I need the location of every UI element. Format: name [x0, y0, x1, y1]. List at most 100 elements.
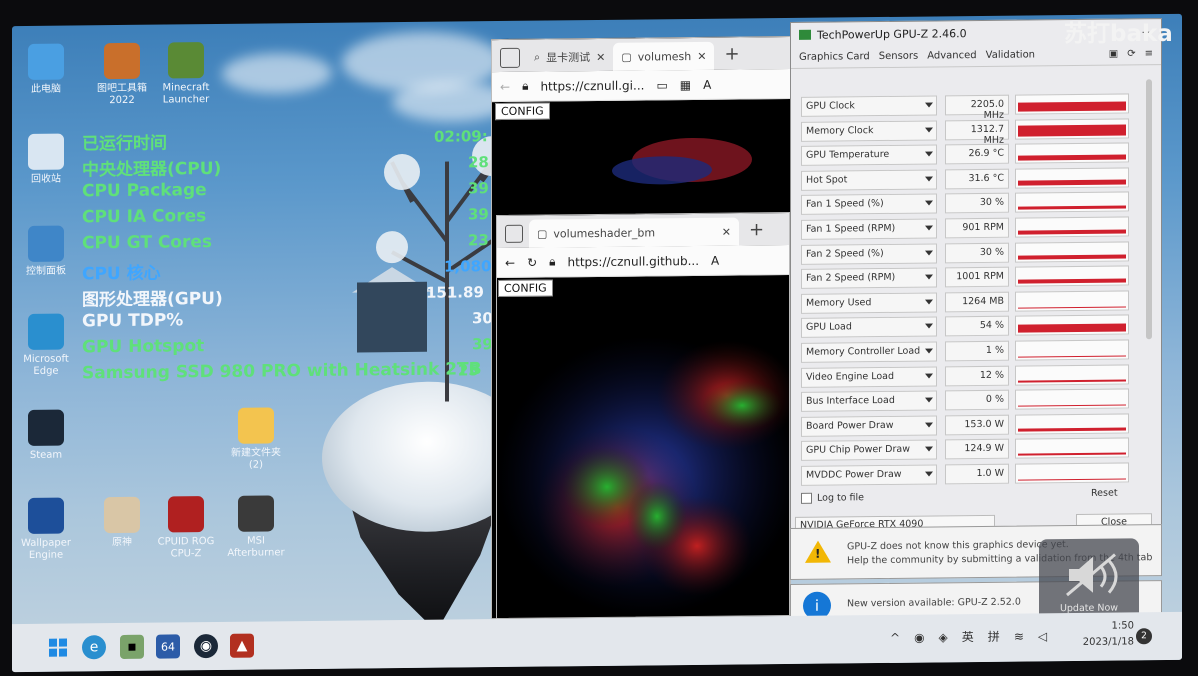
monitor-label: GPU Hotspot: [82, 336, 205, 358]
sensor-name-dropdown[interactable]: GPU Load: [801, 316, 937, 339]
close-icon[interactable]: ✕: [596, 50, 605, 63]
sensor-row: GPU Chip Power Draw 124.9 W: [801, 437, 1137, 462]
sensor-graph-fill: [1018, 254, 1126, 260]
sensor-name-dropdown[interactable]: Fan 1 Speed (%): [801, 193, 937, 216]
sensor-name-dropdown[interactable]: GPU Temperature: [801, 144, 937, 167]
desktop-icon-label: 图吧工具箱 2022: [97, 82, 147, 107]
sensor-name-dropdown[interactable]: Memory Clock: [801, 120, 937, 142]
reader-icon[interactable]: ▭: [656, 78, 667, 92]
monitor-label: GPU TDP%: [82, 310, 184, 332]
clock[interactable]: 1:50 2023/1/18: [1074, 618, 1134, 651]
desktop-icon[interactable]: CPUID ROG CPU-Z: [154, 496, 218, 561]
ime-language[interactable]: 英: [962, 628, 974, 645]
config-button[interactable]: CONFIG: [498, 279, 553, 298]
desktop-icon[interactable]: 图吧工具箱 2022: [90, 42, 154, 108]
sensor-name-dropdown[interactable]: MVDDC Power Draw: [801, 464, 937, 486]
wifi-icon[interactable]: ≋: [1014, 629, 1024, 643]
browser-window-front[interactable]: ▢ volumeshader_bm ✕ + ← ↻ 🔒︎ https://czn…: [496, 211, 790, 620]
read-aloud-icon[interactable]: A: [711, 253, 719, 267]
chevron-down-icon: [925, 225, 933, 231]
sensor-name: GPU Chip Power Draw: [806, 444, 910, 457]
sensor-name-dropdown[interactable]: GPU Clock: [801, 95, 937, 117]
chevron-down-icon: [925, 200, 933, 206]
refresh-icon[interactable]: ↻: [527, 255, 537, 269]
afterburner-taskbar-icon[interactable]: ▲: [230, 633, 254, 658]
apps-icon[interactable]: ▦: [680, 78, 691, 92]
desktop-icon[interactable]: Microsoft Edge: [14, 313, 78, 378]
close-icon[interactable]: ✕: [722, 225, 731, 238]
log-checkbox[interactable]: [801, 492, 812, 504]
sensor-name-dropdown[interactable]: Bus Interface Load: [801, 390, 937, 413]
start-icon[interactable]: [46, 636, 70, 660]
tab-gpu-test[interactable]: ⌕ 显卡测试 ✕: [526, 43, 613, 72]
desktop-icon[interactable]: 新建文件夹 (2): [224, 407, 288, 472]
monitor-value: 28: [468, 153, 489, 172]
camera-icon[interactable]: ▣: [1109, 49, 1118, 60]
sensor-name-dropdown[interactable]: Fan 2 Speed (%): [801, 243, 937, 265]
back-arrow-icon[interactable]: ←: [500, 79, 510, 93]
volume-icon[interactable]: ◁: [1038, 629, 1047, 643]
address-bar[interactable]: ← ↻ 🔒︎ https://cznull.github... A: [497, 244, 789, 279]
desktop-icon[interactable]: Wallpaper Engine: [14, 497, 78, 562]
sensor-name: GPU Temperature: [806, 149, 890, 161]
sensor-name-dropdown[interactable]: Memory Used: [801, 292, 937, 314]
sensor-name: MVDDC Power Draw: [806, 468, 902, 481]
sensor-name-dropdown[interactable]: Fan 1 Speed (RPM): [801, 218, 937, 240]
sensor-graph-fill: [1018, 101, 1126, 112]
sensor-name-dropdown[interactable]: Video Engine Load: [801, 366, 937, 388]
tab-volumeshader[interactable]: ▢ volumeshader_bm ✕: [529, 217, 739, 248]
sensor-name-dropdown[interactable]: Hot Spot: [801, 169, 937, 191]
desktop-icon[interactable]: 原神: [90, 496, 154, 550]
scrollbar[interactable]: [1146, 79, 1152, 340]
url-text[interactable]: https://cznull.gi...: [540, 78, 644, 93]
desktop-icon-label: Minecraft Launcher: [162, 82, 210, 106]
ime-mode[interactable]: 拼: [988, 628, 1000, 645]
steam-taskbar-icon[interactable]: ◉: [194, 633, 218, 659]
tab-graphics-card[interactable]: Graphics Card: [799, 51, 870, 63]
aida64-taskbar-icon[interactable]: 64: [156, 634, 180, 659]
refresh-icon[interactable]: ⟳: [1127, 48, 1135, 59]
sensor-graph: [1015, 265, 1129, 287]
sensor-value: 12 %: [945, 365, 1009, 386]
desktop-icon[interactable]: 此电脑: [14, 43, 78, 96]
back-arrow-icon[interactable]: ←: [505, 255, 515, 269]
sensor-name-dropdown[interactable]: Memory Controller Load: [801, 341, 937, 363]
desktop-icon[interactable]: Steam: [14, 409, 78, 462]
sensor-name-dropdown[interactable]: Board Power Draw: [801, 415, 937, 437]
desktop-screen: 此电脑 图吧工具箱 2022 Minecraft Launcher 回收站控制面板 Mi…: [12, 13, 1182, 673]
sensor-graph: [1015, 290, 1129, 312]
tab-validation[interactable]: Validation: [986, 49, 1035, 61]
sensor-value: 2205.0 MHz: [945, 94, 1009, 121]
notification-badge[interactable]: 2: [1136, 628, 1152, 645]
reset-button[interactable]: Reset: [1091, 488, 1118, 499]
tab-sensors[interactable]: Sensors: [879, 51, 919, 62]
config-button[interactable]: CONFIG: [495, 102, 550, 121]
desktop-icon[interactable]: MSI Afterburner: [224, 495, 288, 560]
new-tab-icon[interactable]: +: [749, 219, 764, 240]
read-aloud-icon[interactable]: A: [703, 77, 711, 91]
sensor-name: GPU Clock: [806, 100, 855, 112]
gpuz-window[interactable]: TechPowerUp GPU-Z 2.46.0 — Graphics Card…: [790, 18, 1162, 538]
sensor-name-dropdown[interactable]: Fan 2 Speed (RPM): [801, 267, 937, 290]
tab-volumeshader[interactable]: ▢ volumesh ✕: [613, 41, 715, 71]
minecraft-taskbar-icon[interactable]: ▪: [120, 634, 144, 659]
desktop-icon[interactable]: 回收站: [14, 133, 78, 186]
tab-advanced[interactable]: Advanced: [927, 50, 976, 62]
url-text[interactable]: https://cznull.github...: [568, 253, 700, 268]
sensor-graph: [1015, 462, 1129, 484]
tab-actions-icon[interactable]: [500, 47, 520, 69]
new-tab-icon[interactable]: +: [724, 44, 739, 65]
shield-tray-icon[interactable]: ◈: [939, 630, 948, 644]
close-icon[interactable]: ✕: [697, 49, 706, 62]
sensor-name: Memory Clock: [806, 124, 874, 137]
chevron-up-icon[interactable]: ^: [890, 630, 900, 644]
desktop-icon[interactable]: Minecraft Launcher: [154, 42, 218, 107]
tab-actions-icon[interactable]: [505, 224, 523, 243]
edge-taskbar-icon[interactable]: e: [82, 635, 106, 660]
desktop-icon[interactable]: 控制面板: [14, 225, 78, 278]
address-bar[interactable]: ← 🔒︎ https://cznull.gi... ▭ ▦ A: [492, 68, 790, 103]
sensor-row: GPU Load 54 %: [801, 314, 1137, 339]
menu-icon[interactable]: ≡: [1145, 48, 1153, 59]
steam-tray-icon[interactable]: ◉: [914, 630, 924, 644]
sensor-name-dropdown[interactable]: GPU Chip Power Draw: [801, 439, 937, 462]
